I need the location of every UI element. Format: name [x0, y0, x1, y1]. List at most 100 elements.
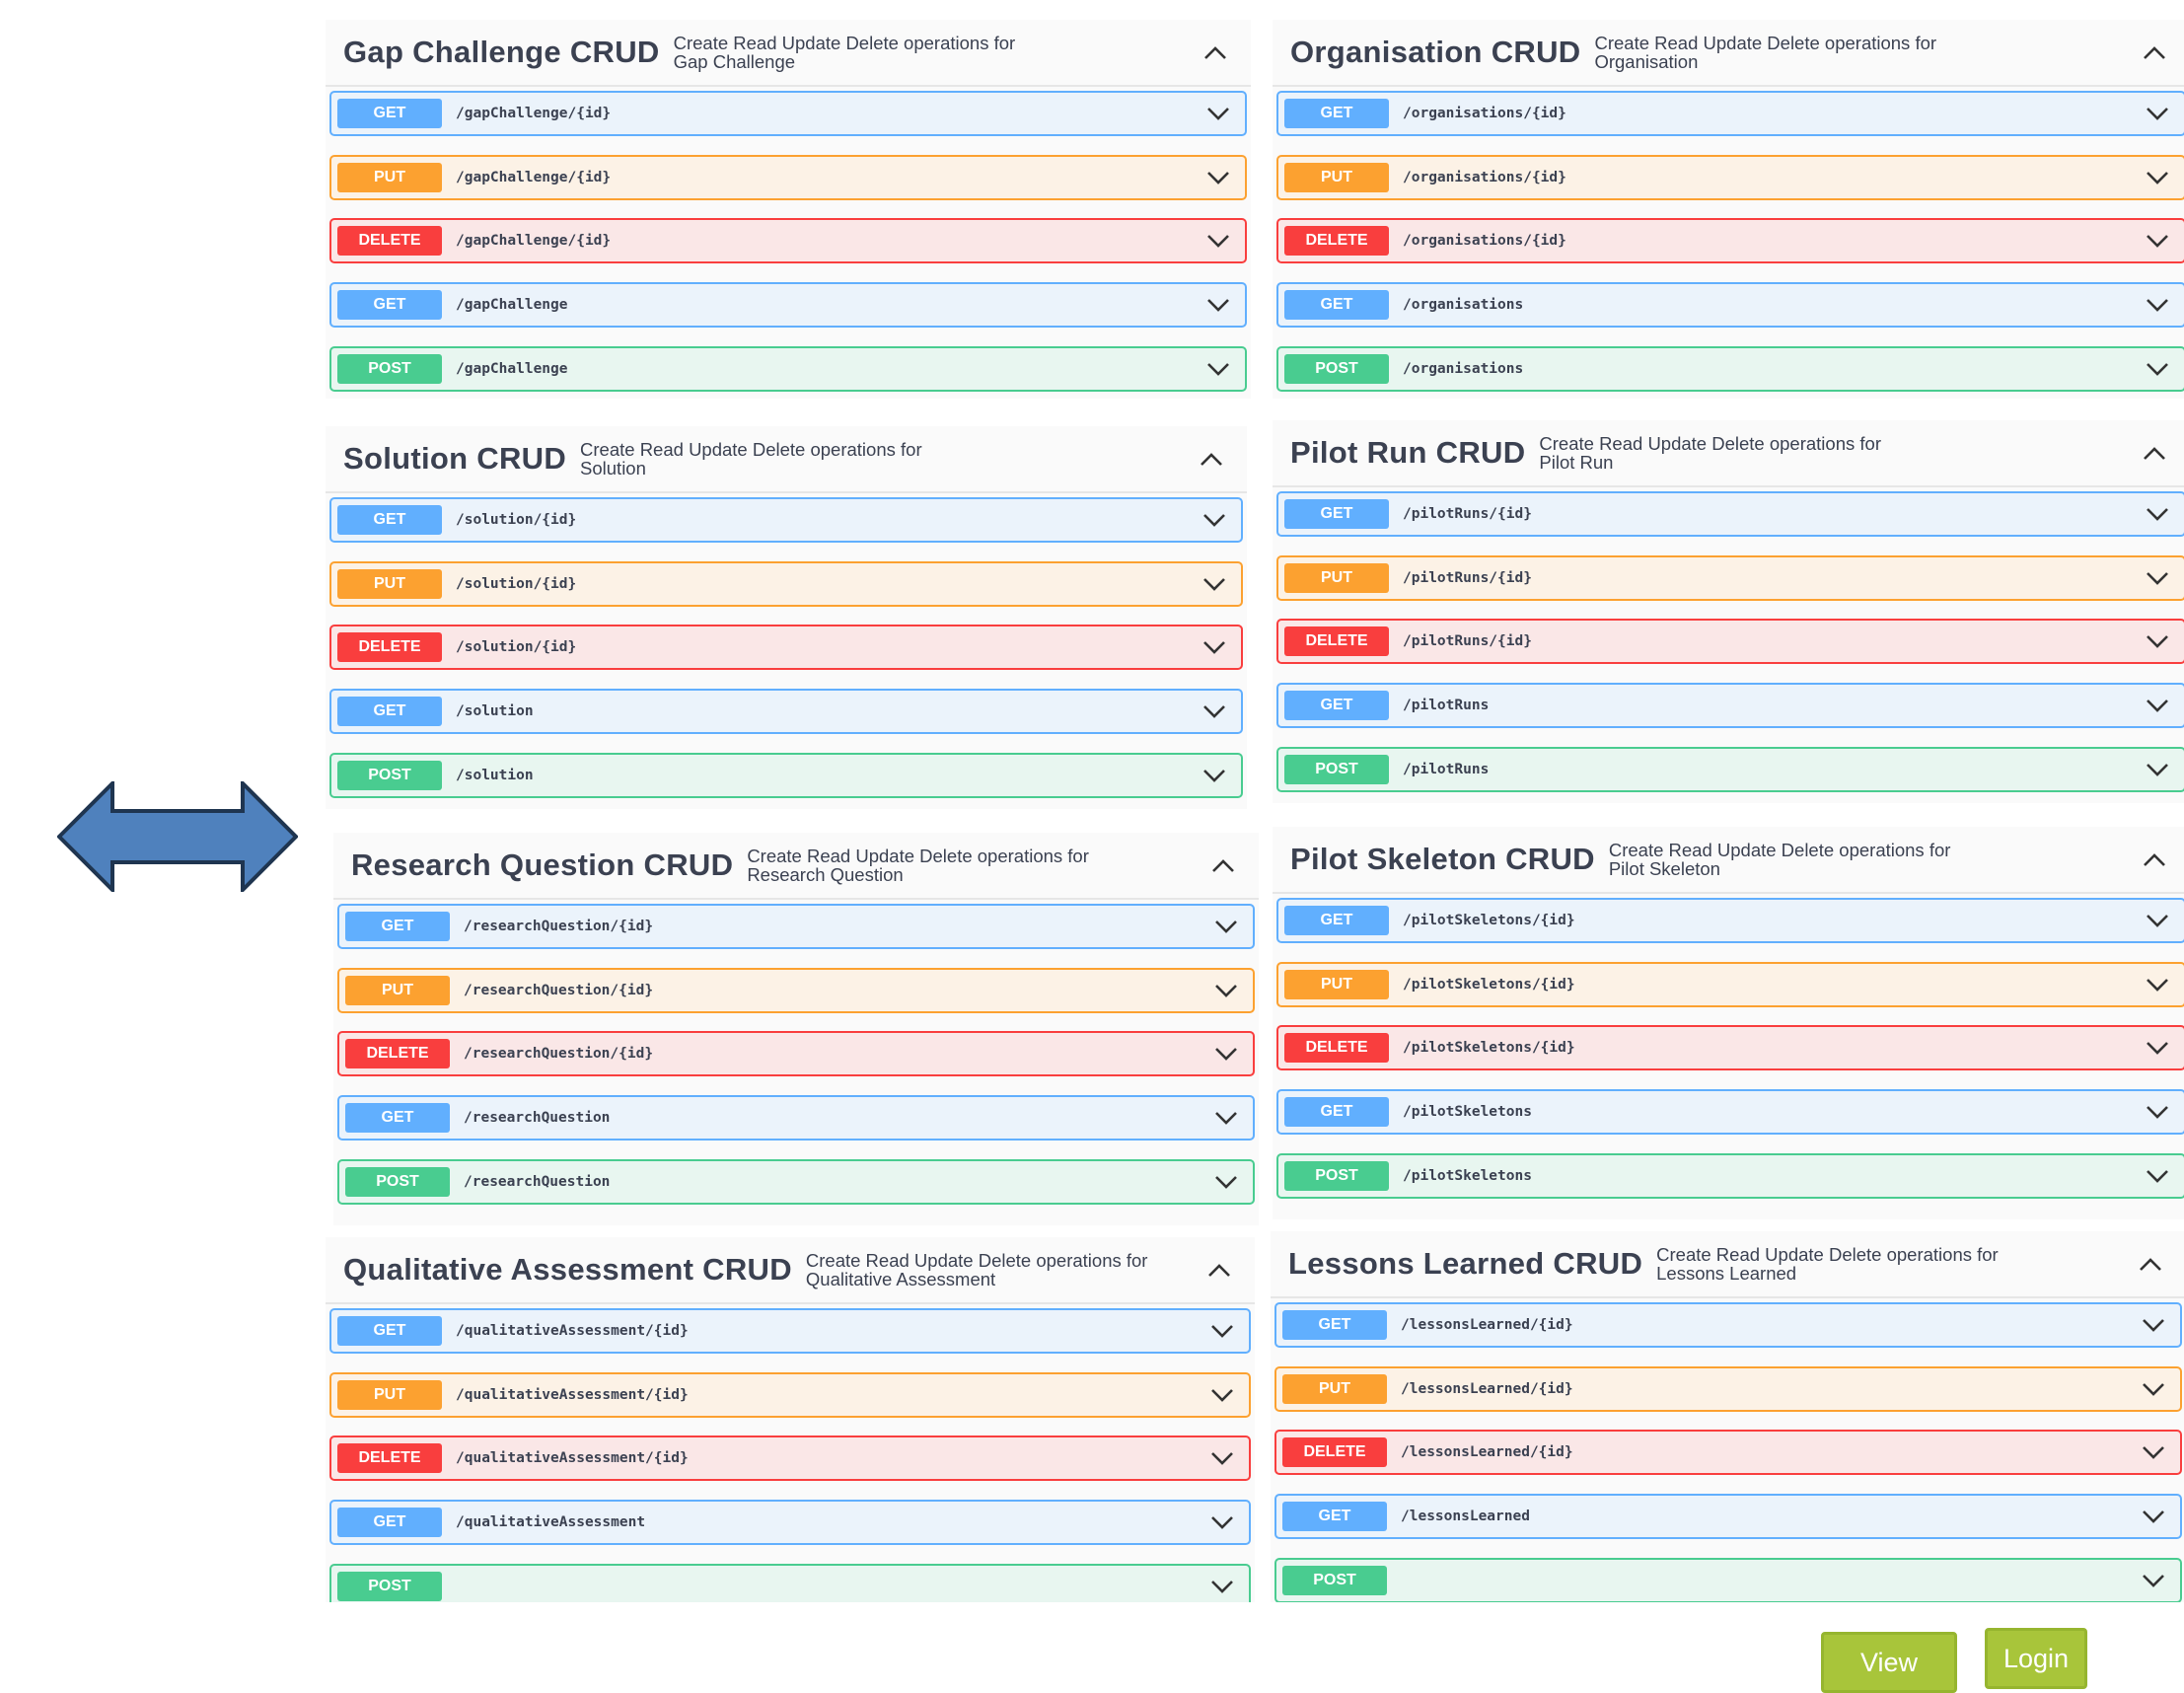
operation-delete[interactable]: DELETE/qualitativeAssessment/{id}: [329, 1435, 1251, 1481]
chevron-down-icon[interactable]: [2145, 759, 2170, 780]
operation-post[interactable]: POST: [1274, 1558, 2182, 1602]
chevron-down-icon[interactable]: [1209, 1576, 1235, 1597]
chevron-down-icon[interactable]: [2145, 695, 2170, 716]
chevron-up-icon[interactable]: [2137, 1253, 2164, 1277]
operation-post[interactable]: POST: [329, 1564, 1251, 1602]
operation-put[interactable]: PUT/researchQuestion/{id}: [337, 968, 1255, 1013]
operation-get[interactable]: GET/solution: [329, 689, 1243, 734]
chevron-down-icon[interactable]: [2145, 974, 2170, 995]
operation-get[interactable]: GET/pilotRuns/{id}: [1276, 491, 2184, 537]
chevron-up-icon[interactable]: [1205, 1259, 1233, 1283]
chevron-down-icon[interactable]: [2145, 294, 2170, 316]
chevron-down-icon[interactable]: [2145, 503, 2170, 525]
section-header[interactable]: Research Question CRUD Create Read Update…: [333, 833, 1259, 900]
operation-post[interactable]: POST/researchQuestion: [337, 1159, 1255, 1205]
chevron-down-icon[interactable]: [1213, 1043, 1239, 1065]
chevron-down-icon[interactable]: [2145, 1037, 2170, 1059]
operation-path: /organisations: [1403, 361, 1524, 377]
operation-get[interactable]: GET/gapChallenge/{id}: [329, 91, 1247, 136]
operation-get[interactable]: GET/researchQuestion/{id}: [337, 904, 1255, 949]
chevron-down-icon[interactable]: [2145, 567, 2170, 589]
chevron-up-icon[interactable]: [2141, 442, 2168, 466]
chevron-down-icon[interactable]: [1205, 103, 1231, 124]
chevron-up-icon[interactable]: [2141, 848, 2168, 872]
operation-get[interactable]: GET/qualitativeAssessment/{id}: [329, 1308, 1251, 1354]
chevron-down-icon[interactable]: [2145, 1165, 2170, 1187]
chevron-down-icon[interactable]: [2145, 630, 2170, 652]
operation-get[interactable]: GET/pilotRuns: [1276, 683, 2184, 728]
chevron-down-icon[interactable]: [1201, 573, 1227, 595]
chevron-up-icon[interactable]: [1198, 448, 1225, 472]
operation-get[interactable]: GET/organisations/{id}: [1276, 91, 2184, 136]
chevron-down-icon[interactable]: [1209, 1447, 1235, 1469]
section-header[interactable]: Solution CRUD Create Read Update Delete o…: [326, 426, 1247, 493]
operation-delete[interactable]: DELETE/pilotSkeletons/{id}: [1276, 1025, 2184, 1070]
chevron-down-icon[interactable]: [1213, 1171, 1239, 1193]
operation-post[interactable]: POST/solution: [329, 753, 1243, 798]
chevron-down-icon[interactable]: [2145, 103, 2170, 124]
operation-delete[interactable]: DELETE/solution/{id}: [329, 625, 1243, 670]
operation-get[interactable]: GET/solution/{id}: [329, 497, 1243, 543]
operation-post[interactable]: POST/pilotRuns: [1276, 747, 2184, 792]
chevron-down-icon[interactable]: [1213, 916, 1239, 937]
section-header[interactable]: Pilot Skeleton CRUD Create Read Update De…: [1273, 827, 2184, 894]
operation-post[interactable]: POST/pilotSkeletons: [1276, 1153, 2184, 1199]
operation-put[interactable]: PUT/gapChallenge/{id}: [329, 155, 1247, 200]
operation-delete[interactable]: DELETE/lessonsLearned/{id}: [1274, 1430, 2182, 1475]
operation-put[interactable]: PUT/pilotSkeletons/{id}: [1276, 962, 2184, 1007]
operation-delete[interactable]: DELETE/pilotRuns/{id}: [1276, 619, 2184, 664]
view-button[interactable]: View: [1821, 1632, 1957, 1693]
chevron-up-icon[interactable]: [1201, 41, 1229, 65]
section-header[interactable]: Organisation CRUD Create Read Update Dele…: [1273, 20, 2184, 87]
chevron-down-icon[interactable]: [1201, 700, 1227, 722]
operation-delete[interactable]: DELETE/gapChallenge/{id}: [329, 218, 1247, 263]
operation-get[interactable]: GET/researchQuestion: [337, 1095, 1255, 1141]
operation-get[interactable]: GET/pilotSkeletons/{id}: [1276, 898, 2184, 943]
operation-get[interactable]: GET/gapChallenge: [329, 282, 1247, 328]
operation-put[interactable]: PUT/lessonsLearned/{id}: [1274, 1366, 2182, 1412]
chevron-down-icon[interactable]: [1209, 1511, 1235, 1533]
operation-post[interactable]: POST/gapChallenge: [329, 346, 1247, 392]
operation-put[interactable]: PUT/organisations/{id}: [1276, 155, 2184, 200]
chevron-down-icon[interactable]: [2141, 1441, 2166, 1463]
section-header[interactable]: Pilot Run CRUD Create Read Update Delete …: [1273, 420, 2184, 487]
chevron-up-icon[interactable]: [2141, 41, 2168, 65]
chevron-up-icon[interactable]: [1209, 854, 1237, 878]
chevron-down-icon[interactable]: [1213, 1107, 1239, 1129]
section-header[interactable]: Qualitative Assessment CRUD Create Read U…: [326, 1237, 1255, 1304]
operation-get[interactable]: GET/qualitativeAssessment: [329, 1500, 1251, 1545]
operation-get[interactable]: GET/lessonsLearned/{id}: [1274, 1302, 2182, 1348]
operation-put[interactable]: PUT/pilotRuns/{id}: [1276, 555, 2184, 601]
chevron-down-icon[interactable]: [1201, 636, 1227, 658]
chevron-down-icon[interactable]: [1213, 980, 1239, 1001]
chevron-down-icon[interactable]: [2145, 910, 2170, 931]
chevron-down-icon[interactable]: [2145, 1101, 2170, 1123]
login-button[interactable]: Login: [1985, 1628, 2087, 1689]
operation-post[interactable]: POST/organisations: [1276, 346, 2184, 392]
section-header[interactable]: Gap Challenge CRUD Create Read Update Del…: [326, 20, 1251, 87]
chevron-down-icon[interactable]: [1205, 230, 1231, 252]
operation-delete[interactable]: DELETE/researchQuestion/{id}: [337, 1031, 1255, 1076]
chevron-down-icon[interactable]: [2145, 358, 2170, 380]
method-badge: DELETE: [1284, 1033, 1389, 1063]
chevron-down-icon[interactable]: [1201, 765, 1227, 786]
operation-get[interactable]: GET/organisations: [1276, 282, 2184, 328]
chevron-down-icon[interactable]: [1205, 358, 1231, 380]
chevron-down-icon[interactable]: [2141, 1378, 2166, 1400]
chevron-down-icon[interactable]: [1209, 1384, 1235, 1406]
operation-get[interactable]: GET/lessonsLearned: [1274, 1494, 2182, 1539]
chevron-down-icon[interactable]: [2141, 1570, 2166, 1591]
operation-put[interactable]: PUT/qualitativeAssessment/{id}: [329, 1372, 1251, 1418]
operation-delete[interactable]: DELETE/organisations/{id}: [1276, 218, 2184, 263]
operation-put[interactable]: PUT/solution/{id}: [329, 561, 1243, 607]
chevron-down-icon[interactable]: [2145, 167, 2170, 188]
operation-get[interactable]: GET/pilotSkeletons: [1276, 1089, 2184, 1135]
chevron-down-icon[interactable]: [2141, 1506, 2166, 1527]
section-header[interactable]: Lessons Learned CRUD Create Read Update D…: [1271, 1231, 2184, 1298]
chevron-down-icon[interactable]: [2141, 1314, 2166, 1336]
chevron-down-icon[interactable]: [1205, 294, 1231, 316]
chevron-down-icon[interactable]: [1201, 509, 1227, 531]
chevron-down-icon[interactable]: [2145, 230, 2170, 252]
chevron-down-icon[interactable]: [1209, 1320, 1235, 1342]
chevron-down-icon[interactable]: [1205, 167, 1231, 188]
